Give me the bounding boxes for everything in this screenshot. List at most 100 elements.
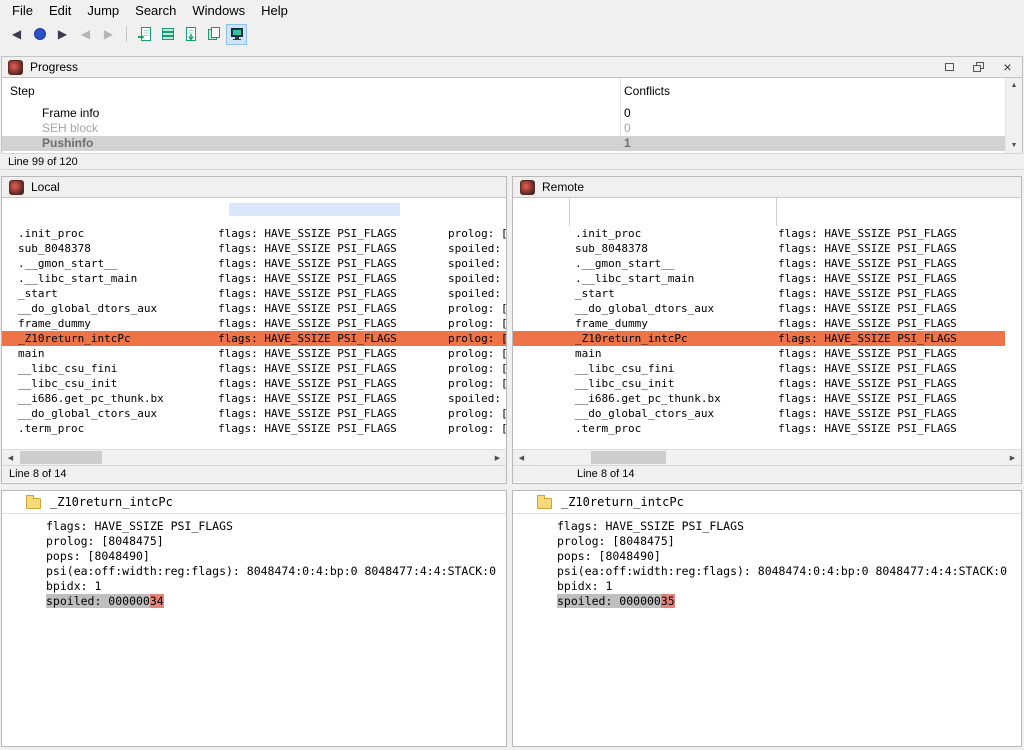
column-header-conflicts[interactable]: Conflicts xyxy=(624,84,670,98)
window-restore-button[interactable] xyxy=(964,57,993,77)
window-controls: × xyxy=(935,57,1022,77)
scroll-right-icon[interactable]: ▶ xyxy=(1004,450,1021,465)
function-flags: flags: HAVE_SSIZE PSI_FLAGS xyxy=(218,301,397,316)
menu-item-windows[interactable]: Windows xyxy=(184,0,253,21)
menu-item-search[interactable]: Search xyxy=(127,0,184,21)
function-row[interactable]: __libc_csu_finiflags: HAVE_SSIZE PSI_FLA… xyxy=(2,361,506,376)
window-maximize-button[interactable] xyxy=(935,57,964,77)
column-header-step[interactable]: Step xyxy=(10,84,35,98)
table-vertical-scrollbar[interactable]: ▲ ▼ xyxy=(1005,78,1022,153)
function-row[interactable]: _startflags: HAVE_SSIZE PSI_FLAGS xyxy=(513,286,1005,301)
function-row[interactable]: sub_8048378flags: HAVE_SSIZE PSI_FLAGS xyxy=(513,241,1005,256)
scroll-up-icon[interactable]: ▲ xyxy=(1006,78,1022,93)
function-row[interactable]: __do_global_dtors_auxflags: HAVE_SSIZE P… xyxy=(513,301,1005,316)
detail-line: prolog: [8048475] xyxy=(46,534,506,549)
export-data-button[interactable] xyxy=(134,24,155,45)
function-name: .__gmon_start__ xyxy=(18,256,117,271)
remote-hscrollbar[interactable]: ◀ ▶ xyxy=(513,449,1021,465)
function-name: __libc_csu_init xyxy=(18,376,117,391)
function-flags: flags: HAVE_SSIZE PSI_FLAGS xyxy=(778,391,957,406)
documents-stack-button[interactable] xyxy=(203,24,224,45)
function-row[interactable]: .__gmon_start__flags: HAVE_SSIZE PSI_FLA… xyxy=(513,256,1005,271)
remote-pane-titlebar[interactable]: Remote xyxy=(513,177,1021,198)
segments-list-button[interactable] xyxy=(157,24,178,45)
function-row[interactable]: .init_procflags: HAVE_SSIZE PSI_FLAGS xyxy=(513,226,1005,241)
import-data-button[interactable] xyxy=(180,24,201,45)
menu-item-help[interactable]: Help xyxy=(253,0,296,21)
function-extra: spoiled: 00 xyxy=(448,241,506,256)
function-row[interactable]: _Z10return_intcPcflags: HAVE_SSIZE PSI_F… xyxy=(513,331,1005,346)
function-flags: flags: HAVE_SSIZE PSI_FLAGS xyxy=(218,376,397,391)
function-row[interactable]: _Z10return_intcPcflags: HAVE_SSIZE PSI_F… xyxy=(2,331,506,346)
function-flags: flags: HAVE_SSIZE PSI_FLAGS xyxy=(218,241,397,256)
function-flags: flags: HAVE_SSIZE PSI_FLAGS xyxy=(778,421,957,436)
function-row[interactable]: __i686.get_pc_thunk.bxflags: HAVE_SSIZE … xyxy=(2,391,506,406)
progress-row-frame-info[interactable]: Frame info0 xyxy=(2,106,1005,121)
menu-item-edit[interactable]: Edit xyxy=(41,0,79,21)
function-extra: prolog: [80 xyxy=(448,226,506,241)
function-row[interactable]: mainflags: HAVE_SSIZE PSI_FLAGSprolog: [… xyxy=(2,346,506,361)
function-row[interactable]: sub_8048378flags: HAVE_SSIZE PSI_FLAGSsp… xyxy=(2,241,506,256)
scroll-thumb[interactable] xyxy=(591,451,666,464)
local-function-list[interactable]: .init_procflags: HAVE_SSIZE PSI_FLAGSpro… xyxy=(2,198,506,449)
list-icon xyxy=(160,26,176,42)
scroll-left-icon[interactable]: ◀ xyxy=(513,450,530,465)
local-detail-title: _Z10return_intcPc xyxy=(50,495,173,509)
remote-detail-node[interactable]: _Z10return_intcPc xyxy=(513,491,1021,514)
function-name: __do_global_dtors_aux xyxy=(18,301,157,316)
function-row[interactable]: __do_global_ctors_auxflags: HAVE_SSIZE P… xyxy=(2,406,506,421)
progress-step-cell: Pushinfo xyxy=(42,136,93,151)
function-flags: flags: HAVE_SSIZE PSI_FLAGS xyxy=(218,406,397,421)
history-forward-button[interactable]: ▶ xyxy=(98,24,119,45)
function-flags: flags: HAVE_SSIZE PSI_FLAGS xyxy=(778,406,957,421)
remote-function-list[interactable]: .init_procflags: HAVE_SSIZE PSI_FLAGSsub… xyxy=(513,198,1021,449)
progress-titlebar[interactable]: Progress × xyxy=(1,56,1023,78)
desktop-view-button[interactable] xyxy=(226,24,247,45)
function-row[interactable]: frame_dummyflags: HAVE_SSIZE PSI_FLAGSpr… xyxy=(2,316,506,331)
function-row[interactable]: mainflags: HAVE_SSIZE PSI_FLAGS xyxy=(513,346,1005,361)
function-row[interactable]: .term_procflags: HAVE_SSIZE PSI_FLAGSpro… xyxy=(2,421,506,436)
close-icon: × xyxy=(1003,60,1011,74)
function-flags: flags: HAVE_SSIZE PSI_FLAGS xyxy=(218,331,397,346)
function-row[interactable]: __do_global_dtors_aux flags: HAVE_SSIZE P… xyxy=(2,301,506,316)
function-row[interactable]: .__libc_start_mainflags: HAVE_SSIZE PSI_… xyxy=(2,271,506,286)
function-row[interactable]: .term_procflags: HAVE_SSIZE PSI_FLAGS xyxy=(513,421,1005,436)
function-row[interactable]: .__libc_start_mainflags: HAVE_SSIZE PSI_… xyxy=(513,271,1005,286)
scroll-left-icon[interactable]: ◀ xyxy=(2,450,19,465)
history-back-button[interactable]: ◀ xyxy=(75,24,96,45)
function-name: frame_dummy xyxy=(18,316,91,331)
window-close-button[interactable]: × xyxy=(993,57,1022,77)
function-name: _start xyxy=(18,286,58,301)
local-detail-node[interactable]: _Z10return_intcPc xyxy=(2,491,506,514)
detail-line: prolog: [8048475] xyxy=(557,534,1021,549)
nav-forward-button[interactable]: ▶ xyxy=(52,24,73,45)
local-pane-titlebar[interactable]: Local xyxy=(2,177,506,198)
function-row[interactable]: __i686.get_pc_thunk.bxflags: HAVE_SSIZE … xyxy=(513,391,1005,406)
function-row[interactable]: __do_global_ctors_auxflags: HAVE_SSIZE P… xyxy=(513,406,1005,421)
function-flags: flags: HAVE_SSIZE PSI_FLAGS xyxy=(218,391,397,406)
stop-button[interactable] xyxy=(29,24,50,45)
nav-back-button[interactable]: ◀ xyxy=(6,24,27,45)
function-flags: flags: HAVE_SSIZE PSI_FLAGS xyxy=(778,346,957,361)
progress-row-pushinfo[interactable]: Pushinfo1 xyxy=(2,136,1005,151)
function-row[interactable]: .__gmon_start__flags: HAVE_SSIZE PSI_FLA… xyxy=(2,256,506,271)
function-flags: flags: HAVE_SSIZE PSI_FLAGS xyxy=(778,286,957,301)
function-name: __libc_csu_fini xyxy=(18,361,117,376)
function-row[interactable]: __libc_csu_init flags: HAVE_SSIZE PSI_FLA… xyxy=(2,376,506,391)
scroll-down-icon[interactable]: ▼ xyxy=(1006,138,1022,153)
menu-item-jump[interactable]: Jump xyxy=(79,0,127,21)
spoiled-value: spoiled: 000000 xyxy=(46,594,150,608)
function-row[interactable]: __libc_csu_initflags: HAVE_SSIZE PSI_FLA… xyxy=(513,376,1005,391)
progress-row-seh-block[interactable]: SEH block0 xyxy=(2,121,1005,136)
function-row[interactable]: _startflags: HAVE_SSIZE PSI_FLAGSspoiled… xyxy=(2,286,506,301)
function-row[interactable]: __libc_csu_finiflags: HAVE_SSIZE PSI_FLA… xyxy=(513,361,1005,376)
scroll-right-icon[interactable]: ▶ xyxy=(489,450,506,465)
local-hscrollbar[interactable]: ◀ ▶ xyxy=(2,449,506,465)
scroll-thumb[interactable] xyxy=(20,451,102,464)
maximize-icon xyxy=(945,63,954,71)
function-row[interactable]: .init_procflags: HAVE_SSIZE PSI_FLAGSpro… xyxy=(2,226,506,241)
menu-item-file[interactable]: File xyxy=(4,0,41,21)
function-row[interactable]: frame_dummyflags: HAVE_SSIZE PSI_FLAGS xyxy=(513,316,1005,331)
function-extra: prolog: [80 xyxy=(448,406,506,421)
ida-icon xyxy=(9,180,24,195)
